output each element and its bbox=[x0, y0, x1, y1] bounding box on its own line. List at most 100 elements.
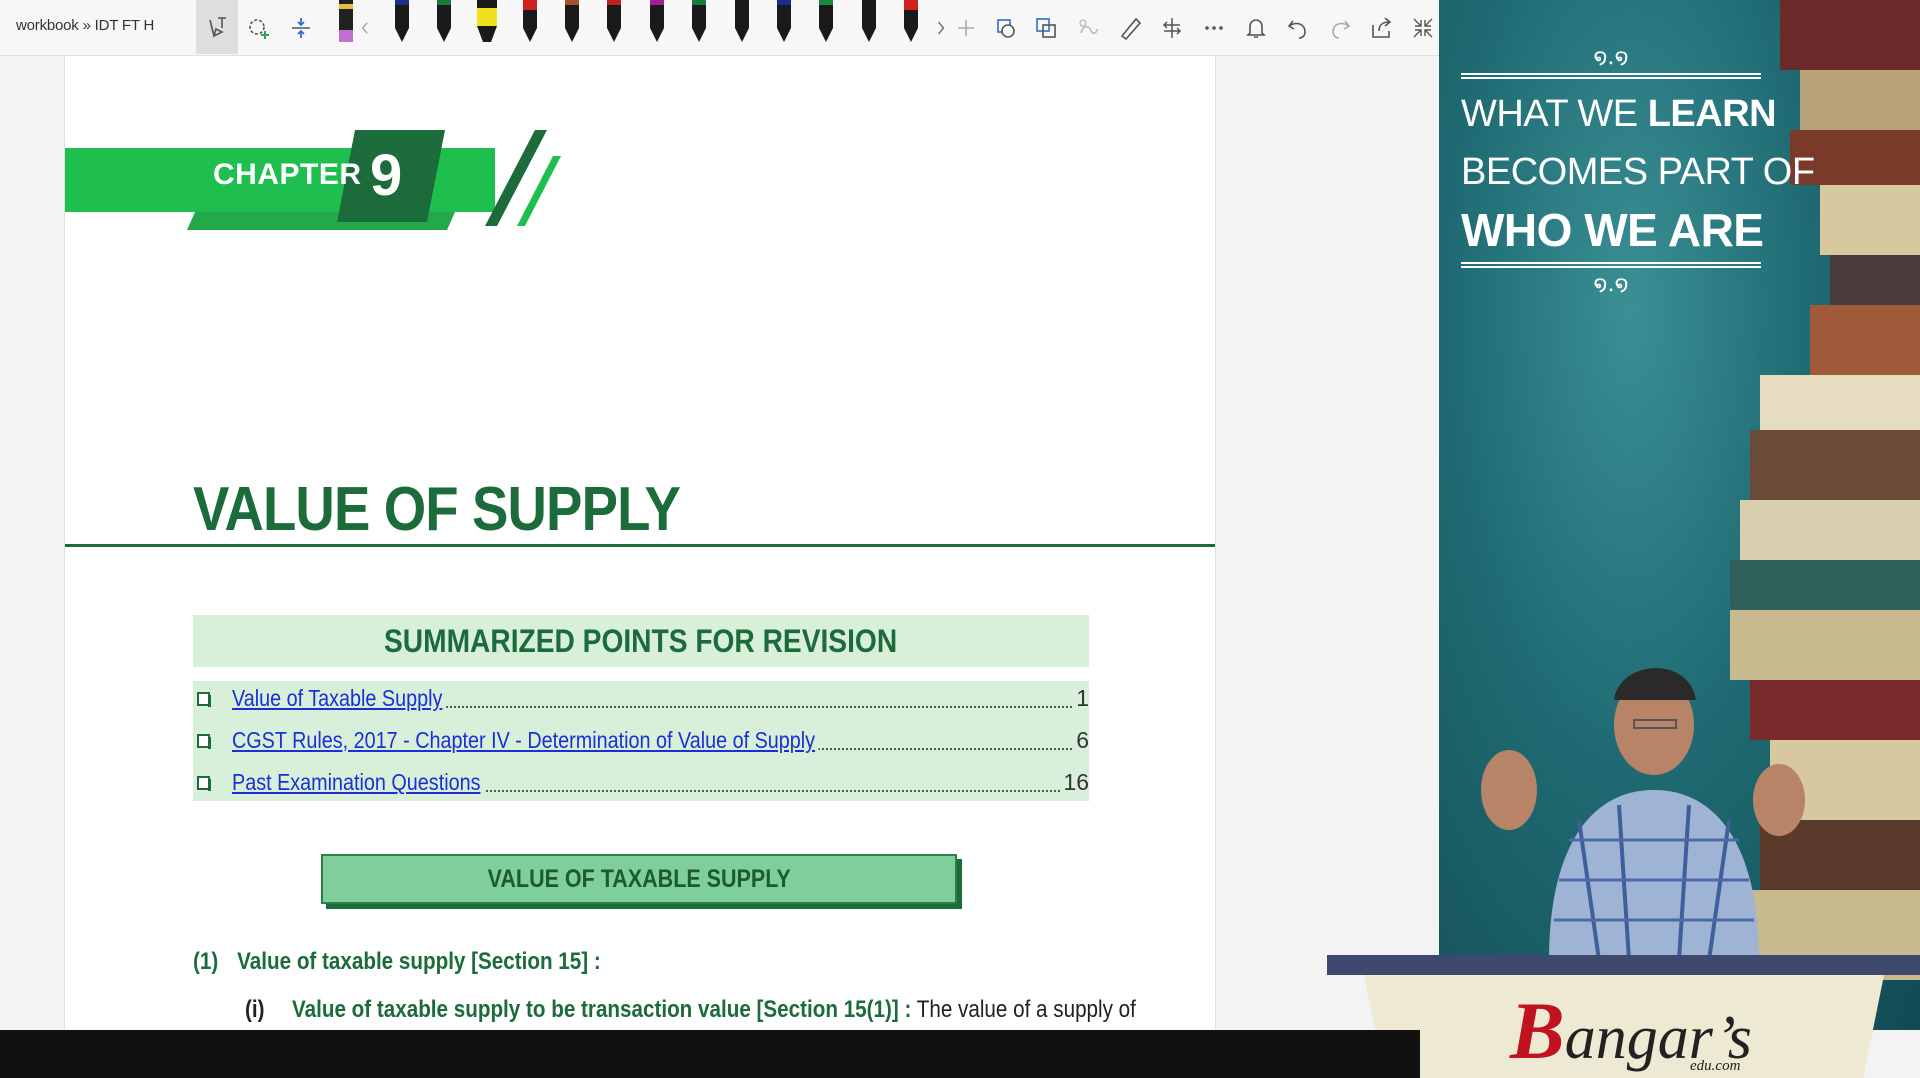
quote-line-2: BECOMES PART OF bbox=[1461, 151, 1815, 193]
pen-icon bbox=[523, 0, 537, 42]
paragraph-number: (1) bbox=[193, 948, 219, 975]
highlighter-icon bbox=[477, 0, 497, 42]
redo-button[interactable] bbox=[1322, 8, 1358, 48]
add-pen-button[interactable] bbox=[948, 8, 984, 48]
insert-space-button[interactable] bbox=[283, 8, 319, 48]
checkbox-bullet-icon bbox=[197, 776, 211, 791]
scroll-left-button[interactable] bbox=[355, 8, 375, 48]
add-shape-icon bbox=[249, 19, 269, 39]
section-heading-text: VALUE OF TAXABLE SUPPLY bbox=[487, 864, 791, 893]
pen-icon bbox=[395, 0, 409, 42]
pen-tool[interactable] bbox=[600, 0, 628, 46]
pen-icon bbox=[565, 0, 579, 42]
pen-icon bbox=[735, 0, 749, 42]
toc-link-value-of-taxable-supply[interactable]: Value of Taxable Supply bbox=[232, 685, 446, 712]
redo-icon bbox=[1332, 20, 1351, 39]
page-title: VALUE OF SUPPLY bbox=[193, 475, 681, 544]
undo-button[interactable] bbox=[1280, 8, 1316, 48]
letterbox-bar bbox=[0, 1030, 1420, 1078]
pen-icon bbox=[692, 0, 706, 42]
pen-tool[interactable] bbox=[728, 0, 756, 46]
breadcrumb[interactable]: workbook » IDT FT H bbox=[16, 17, 154, 34]
ink-toolbar: workbook » IDT FT H bbox=[0, 0, 1439, 56]
collapse-button[interactable] bbox=[1408, 8, 1438, 48]
ink-to-text-button[interactable] bbox=[1028, 8, 1064, 48]
ruler-button[interactable] bbox=[1112, 8, 1148, 48]
pen-tool[interactable] bbox=[855, 0, 883, 46]
document-page[interactable]: CHAPTER 9 VALUE OF SUPPLY SUMMARIZED POI… bbox=[64, 56, 1216, 1030]
pen-tool[interactable] bbox=[770, 0, 798, 46]
screen: workbook » IDT FT H CHAPTER 9 VALUE OF S… bbox=[0, 0, 1920, 1078]
ornament-top-icon: ໑.໑ bbox=[1461, 45, 1761, 79]
summary-heading: SUMMARIZED POINTS FOR REVISION bbox=[193, 615, 1089, 667]
pen-icon bbox=[819, 0, 833, 42]
ink-to-text-icon bbox=[1036, 18, 1056, 38]
more-icon bbox=[1205, 26, 1223, 30]
table-of-contents: Value of Taxable Supply 1 CGST Rules, 20… bbox=[193, 681, 1089, 801]
align-button[interactable] bbox=[1154, 8, 1190, 48]
toc-link-cgst-rules[interactable]: CGST Rules, 2017 - Chapter IV - Determin… bbox=[232, 727, 819, 754]
presenter-image bbox=[1481, 668, 1805, 960]
add-pen-icon bbox=[958, 20, 974, 36]
lasso-select-icon bbox=[209, 17, 226, 38]
ink-to-shape-button[interactable] bbox=[988, 8, 1024, 48]
checkbox-bullet-icon bbox=[197, 734, 211, 749]
section-heading: VALUE OF TAXABLE SUPPLY bbox=[321, 854, 957, 904]
paragraph-heading: Value of taxable supply [Section 15] : bbox=[237, 948, 601, 975]
pen-tool[interactable] bbox=[812, 0, 840, 46]
pen-icon bbox=[862, 0, 876, 42]
pen-tool[interactable] bbox=[897, 0, 925, 46]
pen-tool[interactable] bbox=[516, 0, 544, 46]
paragraph-1-i: (i) Value of taxable supply to be transac… bbox=[245, 996, 1136, 1024]
toc-leader-dots bbox=[423, 706, 1075, 708]
toc-item: Value of Taxable Supply 1 bbox=[193, 681, 1089, 717]
toc-leader-dots bbox=[423, 790, 1075, 792]
toc-page-number: 6 bbox=[1073, 727, 1089, 754]
ink-replay-icon bbox=[1079, 19, 1098, 34]
toc-item: Past Examination Questions 16 bbox=[193, 765, 1089, 801]
pen-tool[interactable] bbox=[643, 0, 671, 46]
lasso-select-button[interactable] bbox=[196, 0, 238, 54]
toc-page-number: 1 bbox=[1073, 685, 1089, 712]
paragraph-subheading: Value of taxable supply to be transactio… bbox=[292, 996, 912, 1023]
title-divider bbox=[65, 544, 1215, 547]
pen-tool[interactable] bbox=[430, 0, 458, 46]
pen-icon bbox=[904, 0, 918, 42]
checkbox-bullet-icon bbox=[197, 692, 211, 707]
pen-icon bbox=[777, 0, 791, 42]
svg-text:໑.໑: ໑.໑ bbox=[1593, 45, 1628, 70]
ornament-bottom-icon: ໑.໑ bbox=[1461, 262, 1761, 297]
undo-icon bbox=[1287, 20, 1306, 39]
pen-tool[interactable] bbox=[685, 0, 713, 46]
summary-heading-text: SUMMARIZED POINTS FOR REVISION bbox=[384, 622, 898, 659]
align-icon bbox=[1162, 18, 1182, 38]
ruler-icon bbox=[1120, 17, 1142, 41]
paragraph-1: (1) Value of taxable supply [Section 15] … bbox=[193, 948, 601, 976]
quote-line-3: WHO WE ARE bbox=[1461, 204, 1764, 256]
share-icon bbox=[1372, 17, 1392, 38]
pen-tool[interactable] bbox=[473, 0, 501, 46]
toc-link-past-exam-questions[interactable]: Past Examination Questions bbox=[232, 769, 484, 796]
pen-icon bbox=[437, 0, 451, 42]
brand-logo-sub: edu.com bbox=[1690, 1058, 1741, 1074]
pen-tool[interactable] bbox=[388, 0, 416, 46]
more-button[interactable] bbox=[1196, 8, 1232, 48]
notifications-button[interactable] bbox=[1238, 8, 1274, 48]
share-button[interactable] bbox=[1364, 8, 1400, 48]
quote-line-1: WHAT WE LEARN bbox=[1461, 93, 1777, 135]
pen-icon bbox=[607, 0, 621, 42]
ink-replay-button[interactable] bbox=[1070, 8, 1106, 48]
collapse-icon bbox=[1413, 18, 1433, 38]
scroll-left-icon bbox=[361, 22, 368, 34]
presenter-video: ໑.໑ WHAT WE LEARN BECOMES PART OF WHO WE… bbox=[1439, 0, 1920, 1030]
pen-tool[interactable] bbox=[558, 0, 586, 46]
desk-edge bbox=[1327, 955, 1920, 975]
toc-item: CGST Rules, 2017 - Chapter IV - Determin… bbox=[193, 723, 1089, 759]
insert-space-icon bbox=[292, 18, 310, 38]
bell-icon bbox=[1246, 19, 1266, 38]
add-shape-button[interactable] bbox=[241, 8, 277, 48]
paragraph-number: (i) bbox=[245, 996, 265, 1023]
chapter-number: 9 bbox=[370, 143, 403, 208]
paragraph-body: The value of a supply of bbox=[911, 996, 1136, 1023]
ink-to-shape-icon bbox=[997, 19, 1015, 38]
